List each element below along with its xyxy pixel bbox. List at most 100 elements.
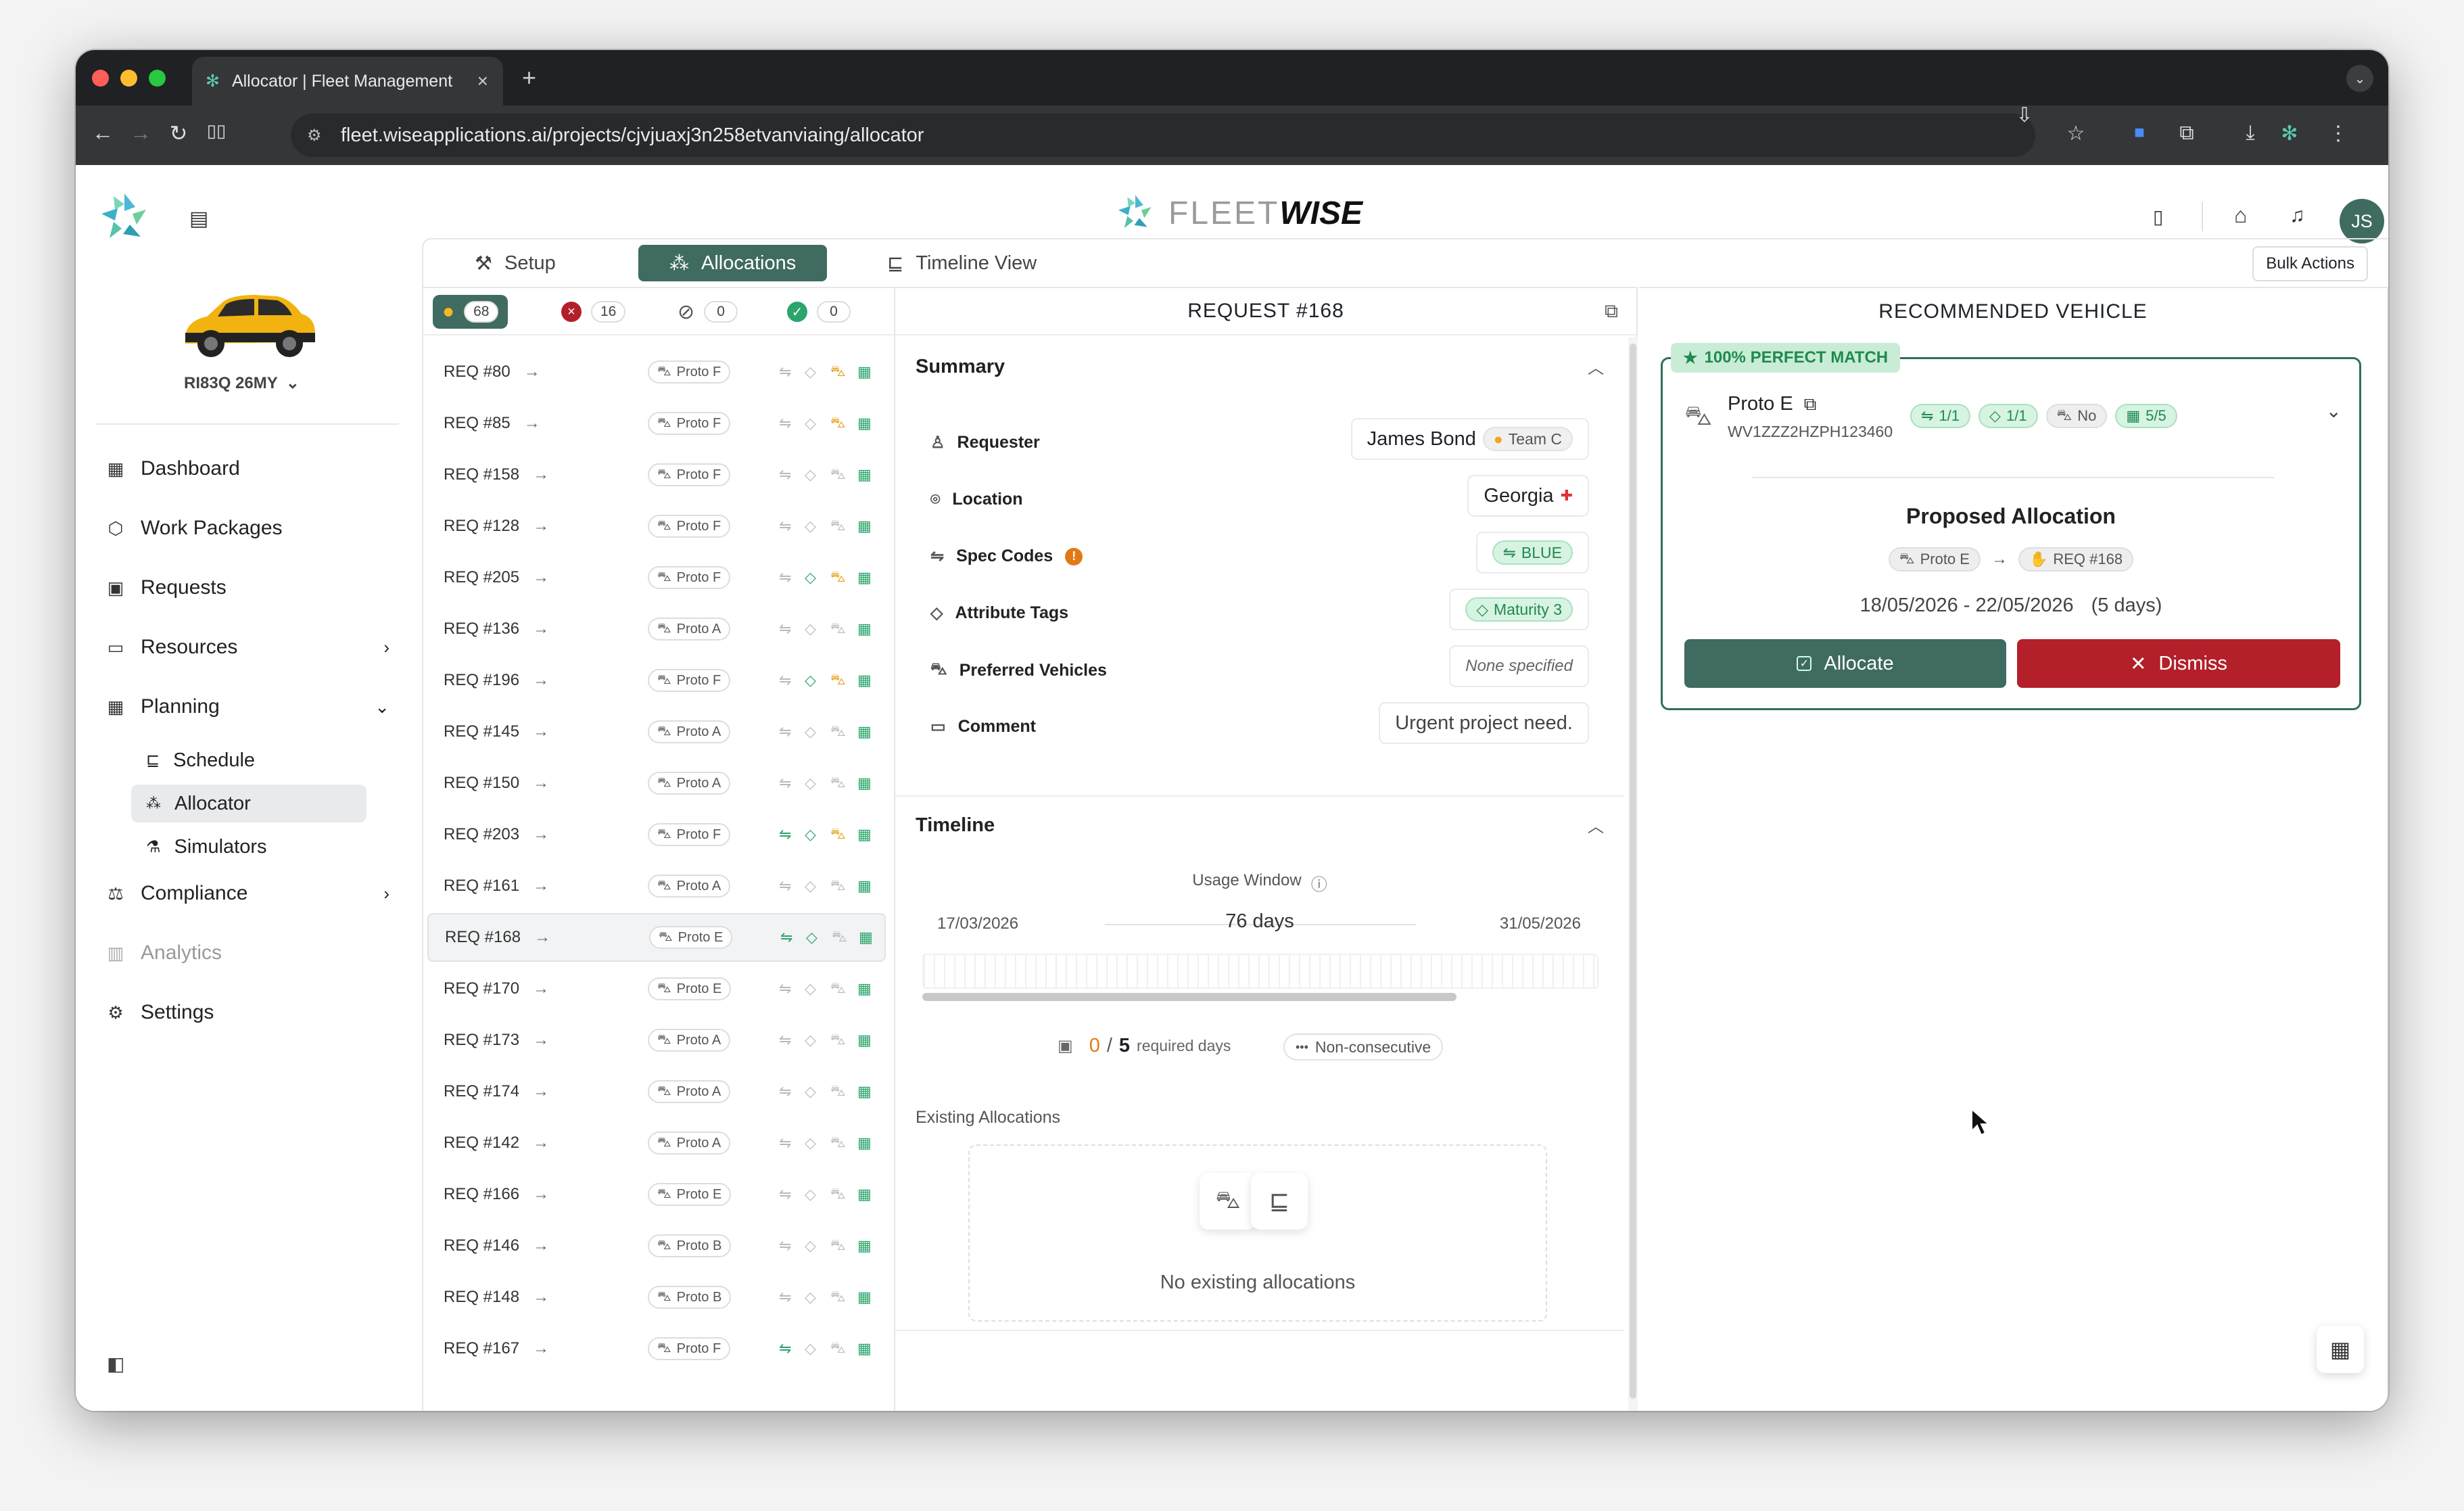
- existing-allocations-heading: Existing Allocations: [916, 1108, 1061, 1127]
- close-window-button[interactable]: [92, 70, 109, 87]
- request-row[interactable]: REQ #142 → ⛍ Proto A ⇋ ◇ ⛍ ▦: [427, 1119, 886, 1167]
- open-external-icon[interactable]: ⧉: [1804, 394, 1817, 415]
- collapse-timeline-icon[interactable]: ︿: [1588, 813, 1604, 837]
- sidebar-item-dashboard[interactable]: ▦ Dashboard: [105, 457, 240, 480]
- request-row[interactable]: REQ #203 → ⛍ Proto F ⇋ ◇ ⛍ ▦: [427, 810, 886, 859]
- address-bar[interactable]: ⚙ fleet.wiseapplications.ai/projects/cjv…: [291, 114, 2035, 157]
- request-header: REQUEST #168 ⧉: [895, 288, 1636, 335]
- filter-blocked[interactable]: ⊘ 0: [668, 295, 747, 329]
- analytics-shortcut-icon[interactable]: ▤: [189, 207, 208, 231]
- downloads-icon[interactable]: ⤓: [2235, 122, 2265, 145]
- minimize-window-button[interactable]: [120, 70, 137, 87]
- request-row[interactable]: REQ #161 → ⛍ Proto A ⇋ ◇ ⛍ ▦: [427, 862, 886, 910]
- arrow-right-icon: →: [533, 825, 550, 843]
- vehicle-selector[interactable]: RI83Q 26MY ⌄: [184, 373, 300, 393]
- spec-code-icon: ⇋: [779, 620, 792, 637]
- allocate-button[interactable]: ✓ Allocate: [1684, 639, 2006, 688]
- detail-scrollbar[interactable]: [1628, 337, 1638, 1411]
- filter-pending[interactable]: ● 68: [433, 295, 508, 329]
- recommended-panel: RECOMMENDED VEHICLE ★ 100% PERFECT MATCH …: [1639, 287, 2388, 1411]
- collapse-sidebar-icon[interactable]: ◧: [107, 1353, 124, 1375]
- sidebar-item-analytics[interactable]: ▥ Analytics: [105, 942, 222, 964]
- request-id: REQ #148: [444, 1288, 520, 1306]
- spec-code-icon: ⇋: [780, 929, 793, 946]
- sidebar-item-planning[interactable]: ▦ Planning ⌄: [105, 695, 389, 718]
- sidebar-item-simulators[interactable]: ⚗ Simulators: [131, 828, 366, 866]
- request-row[interactable]: REQ #196 → ⛍ Proto F ⇋ ◇ ⛍ ▦: [427, 656, 886, 705]
- close-tab-icon[interactable]: ×: [477, 70, 488, 92]
- sidebar-item-allocator[interactable]: ⁂ Allocator: [131, 785, 366, 822]
- collapse-summary-icon[interactable]: ︿: [1588, 354, 1604, 378]
- tag-icon: ◇: [805, 466, 816, 483]
- sidebar-item-resources[interactable]: ▭ Resources ›: [105, 636, 389, 659]
- request-row[interactable]: REQ #148 → ⛍ Proto B ⇋ ◇ ⛍ ▦: [427, 1273, 886, 1322]
- proto-badge: ⛍ Proto A: [648, 1080, 731, 1103]
- split-view-icon[interactable]: ▯▯: [202, 120, 231, 141]
- browser-menu-icon[interactable]: ⋮: [2323, 122, 2353, 145]
- bulk-actions-button[interactable]: Bulk Actions: [2252, 246, 2368, 281]
- attribute-tags-label: ◇ Attribute Tags: [930, 603, 1069, 622]
- timeline-scrollbar[interactable]: [922, 993, 1456, 1001]
- user-avatar[interactable]: JS: [2340, 199, 2384, 243]
- user-icon: ♙: [930, 434, 945, 452]
- sidebar-item-settings[interactable]: ⚙ Settings: [105, 1001, 214, 1024]
- filter-errors[interactable]: × 16: [552, 295, 635, 329]
- bookmark-star-icon[interactable]: ☆: [2061, 122, 2091, 145]
- browser-tab[interactable]: ✻ Allocator | Fleet Management ×: [192, 57, 503, 106]
- back-icon[interactable]: ←: [88, 120, 118, 145]
- request-row[interactable]: REQ #168 → ⛍ Proto E ⇋ ◇ ⛍ ▦: [427, 913, 886, 962]
- install-app-icon[interactable]: ⇩: [2010, 103, 2039, 127]
- request-row[interactable]: REQ #170 → ⛍ Proto E ⇋ ◇ ⛍ ▦: [427, 964, 886, 1013]
- sidebar-item-compliance[interactable]: ⚖ Compliance ›: [105, 882, 389, 905]
- dismiss-button[interactable]: ✕ Dismiss: [2017, 639, 2340, 688]
- request-row[interactable]: REQ #150 → ⛍ Proto A ⇋ ◇ ⛍ ▦: [427, 759, 886, 808]
- expand-card-icon[interactable]: ⌄: [2326, 400, 2342, 422]
- request-row[interactable]: REQ #128 → ⛍ Proto F ⇋ ◇ ⛍ ▦: [427, 502, 886, 551]
- calendar-icon: ▦: [857, 672, 872, 689]
- reload-icon[interactable]: ↻: [164, 120, 193, 146]
- bell-icon[interactable]: ♫: [2290, 204, 2305, 227]
- request-row[interactable]: REQ #173 → ⛍ Proto A ⇋ ◇ ⛍ ▦: [427, 1016, 886, 1065]
- request-row[interactable]: REQ #85 → ⛍ Proto F ⇋ ◇ ⛍ ▦: [427, 399, 886, 448]
- request-row[interactable]: REQ #80 → ⛍ Proto F ⇋ ◇ ⛍ ▦: [427, 348, 886, 396]
- request-row[interactable]: REQ #146 → ⛍ Proto B ⇋ ◇ ⛍ ▦: [427, 1222, 886, 1270]
- maximize-window-button[interactable]: [149, 70, 166, 87]
- extensions-puzzle-icon[interactable]: ⧉: [2172, 122, 2202, 145]
- new-tab-icon[interactable]: +: [522, 64, 536, 92]
- tag-icon: ◇: [805, 569, 816, 586]
- filter-done[interactable]: ✓ 0: [778, 295, 860, 329]
- tab-setup[interactable]: ⚒ Setup: [444, 245, 587, 281]
- request-row[interactable]: REQ #136 → ⛍ Proto A ⇋ ◇ ⛍ ▦: [427, 605, 886, 653]
- calendar-fab-icon[interactable]: ▦: [2317, 1326, 2364, 1373]
- tab-search-icon[interactable]: ⌄: [2346, 65, 2373, 92]
- docs-icon[interactable]: ▯: [2153, 206, 2163, 228]
- tag-icon: ◇: [805, 620, 816, 637]
- sidebar-item-schedule[interactable]: ⊑ Schedule: [131, 741, 366, 779]
- request-row[interactable]: REQ #145 → ⛍ Proto A ⇋ ◇ ⛍ ▦: [427, 707, 886, 756]
- extension-icon[interactable]: ■: [2125, 122, 2154, 143]
- request-id: REQ #150: [444, 774, 520, 792]
- app-logo-icon[interactable]: [96, 189, 153, 246]
- vehicle-name[interactable]: Proto E ⧉: [1728, 393, 1816, 415]
- request-row[interactable]: REQ #158 → ⛍ Proto F ⇋ ◇ ⛍ ▦: [427, 450, 886, 499]
- tab-allocations[interactable]: ⁂ Allocations: [638, 245, 828, 281]
- calendar-icon: ▦: [857, 980, 872, 997]
- request-row[interactable]: REQ #166 → ⛍ Proto E ⇋ ◇ ⛍ ▦: [427, 1170, 886, 1219]
- info-icon[interactable]: ⓘ: [1311, 871, 1327, 895]
- request-row[interactable]: REQ #205 → ⛍ Proto F ⇋ ◇ ⛍ ▦: [427, 553, 886, 602]
- sidebar-item-requests[interactable]: ▣ Requests: [105, 576, 227, 599]
- proto-badge: ⛍ Proto A: [648, 772, 731, 795]
- open-external-icon[interactable]: ⧉: [1605, 300, 1619, 323]
- sidebar-item-work-packages[interactable]: ⬡ Work Packages: [105, 517, 283, 540]
- home-icon[interactable]: ⌂: [2234, 203, 2247, 228]
- request-row[interactable]: REQ #167 → ⛍ Proto F ⇋ ◇ ⛍ ▦: [427, 1324, 886, 1373]
- forward-icon[interactable]: →: [126, 120, 156, 145]
- request-row[interactable]: REQ #174 → ⛍ Proto A ⇋ ◇ ⛍ ▦: [427, 1067, 886, 1116]
- card-divider: [1752, 477, 2274, 478]
- profile-extension-icon[interactable]: ✻: [2275, 122, 2304, 145]
- spec-code-icon: ⇋: [779, 1134, 792, 1151]
- spec-match-stat: ⇋ 1/1: [1910, 404, 1971, 428]
- site-info-icon[interactable]: ⚙: [307, 126, 322, 145]
- car-icon: ⛍: [657, 826, 671, 841]
- tab-timeline-view[interactable]: ⊑ Timeline View: [856, 245, 1068, 281]
